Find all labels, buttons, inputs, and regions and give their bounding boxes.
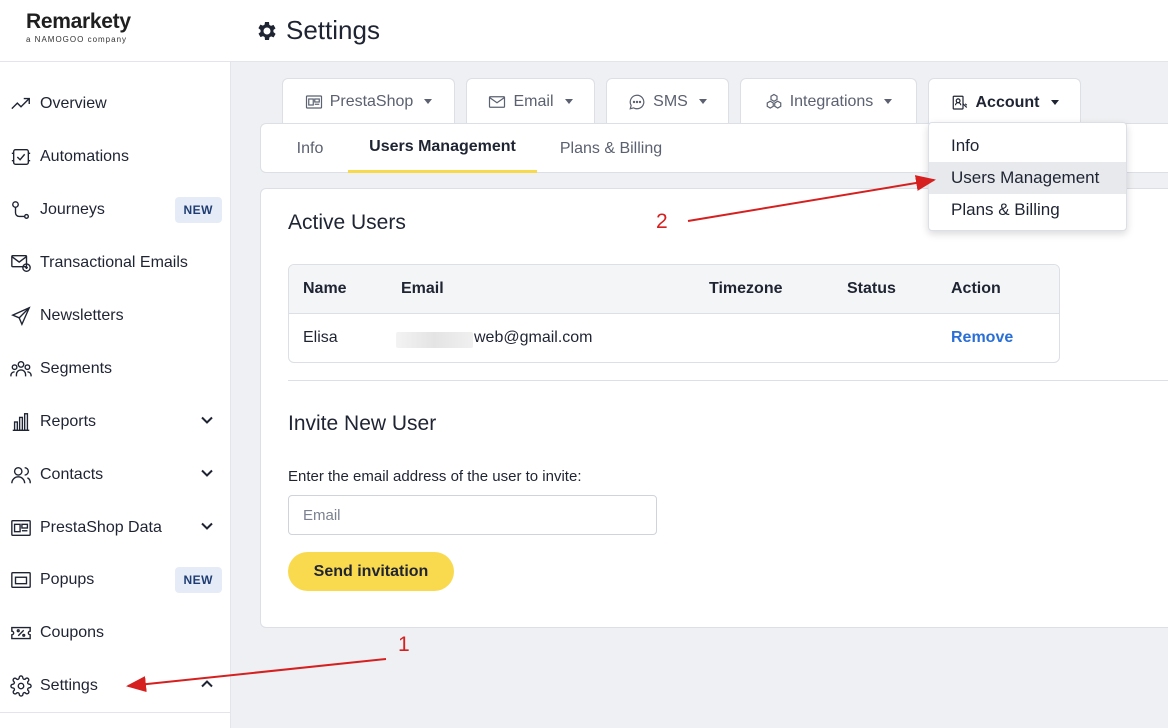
- store-icon: [305, 94, 322, 109]
- transactional-email-icon: [9, 251, 33, 275]
- page-title-text: Settings: [286, 15, 380, 45]
- subtab-info[interactable]: Info: [281, 124, 339, 173]
- store-data-icon: [9, 516, 33, 540]
- tab-integrations[interactable]: Integrations: [740, 78, 917, 124]
- account-icon: [952, 95, 967, 110]
- caret-down-icon: [1050, 100, 1059, 105]
- active-users-heading: Active Users: [288, 211, 406, 234]
- sidebar-item-newsletters[interactable]: Newsletters: [0, 294, 231, 338]
- sidebar-item-label: Segments: [40, 360, 113, 377]
- sidebar-item-label: Reports: [40, 413, 97, 430]
- logo-brand: Remarkety: [26, 10, 131, 33]
- sidebar-item-label: Overview: [40, 95, 107, 112]
- caret-down-icon: [884, 99, 893, 104]
- invite-email-input[interactable]: [288, 495, 657, 535]
- chat-bubble-icon: [629, 94, 645, 110]
- sidebar-item-overview[interactable]: Overview: [0, 82, 231, 126]
- gear-icon: [258, 21, 276, 40]
- user-email: web@gmail.com: [474, 329, 593, 346]
- send-invitation-button[interactable]: Send invitation: [288, 552, 454, 591]
- caret-down-icon: [564, 99, 573, 104]
- contacts-icon: [9, 463, 33, 487]
- sidebar-item-popups[interactable]: Popups NEW: [0, 558, 231, 602]
- page-title: Settings: [254, 15, 380, 46]
- automation-icon: [9, 145, 33, 169]
- table-header: Name Email Timezone Status Action: [289, 265, 1059, 314]
- sidebar-item-journeys[interactable]: Journeys NEW: [0, 188, 231, 232]
- logo[interactable]: Remarkety a NAMOGOO company: [26, 10, 138, 44]
- subtab-plans-billing[interactable]: Plans & Billing: [547, 124, 675, 173]
- sidebar-item-automations[interactable]: Automations: [0, 135, 231, 179]
- sidebar-divider: [0, 712, 231, 713]
- sidebar-item-label: Contacts: [40, 466, 104, 483]
- chevron-up-icon[interactable]: [199, 676, 215, 692]
- dropdown-item-users-management[interactable]: Users Management: [929, 162, 1126, 194]
- sidebar-item-transactional-emails[interactable]: Transactional Emails: [0, 241, 231, 285]
- chevron-down-icon[interactable]: [199, 465, 215, 481]
- sidebar-item-settings[interactable]: Settings: [0, 664, 231, 708]
- logo-subtitle: a NAMOGOO company: [26, 35, 128, 44]
- tab-sms[interactable]: SMS: [606, 78, 729, 124]
- gear-icon: [9, 674, 33, 698]
- coupon-icon: [9, 621, 33, 645]
- trend-icon: [9, 92, 33, 116]
- new-badge: NEW: [174, 197, 222, 223]
- journey-icon: [9, 198, 33, 222]
- section-divider: [288, 380, 1168, 381]
- tab-prestashop[interactable]: PrestaShop: [282, 78, 455, 124]
- reports-icon: [9, 410, 33, 434]
- dropdown-item-plans-billing[interactable]: Plans & Billing: [929, 194, 1126, 226]
- sidebar-item-label: Transactional Emails: [40, 254, 188, 271]
- invite-heading: Invite New User: [288, 412, 437, 435]
- dropdown-item-info[interactable]: Info: [929, 130, 1126, 162]
- sidebar-item-reports[interactable]: Reports: [0, 400, 231, 444]
- tab-label: Account: [975, 93, 1040, 111]
- segments-icon: [9, 357, 33, 381]
- account-dropdown-menu: Info Users Management Plans & Billing: [928, 122, 1127, 231]
- caret-down-icon: [424, 99, 433, 104]
- sidebar-item-contacts[interactable]: Contacts: [0, 453, 231, 497]
- sidebar-item-segments[interactable]: Segments: [0, 347, 231, 391]
- sidebar-item-coupons[interactable]: Coupons: [0, 611, 231, 655]
- sidebar-item-label: Journeys: [40, 201, 105, 218]
- remove-user-link[interactable]: Remove: [951, 329, 1013, 347]
- column-header-status: Status: [847, 280, 896, 297]
- envelope-icon: [489, 95, 506, 108]
- invite-label: Enter the email address of the user to i…: [288, 468, 582, 485]
- tab-label: SMS: [653, 92, 688, 110]
- sidebar-item-label: Popups: [40, 571, 95, 588]
- paper-plane-icon: [9, 304, 33, 328]
- column-header-email: Email: [401, 280, 444, 297]
- chevron-down-icon[interactable]: [199, 412, 215, 428]
- top-header: Remarkety a NAMOGOO company Settings: [0, 0, 1168, 62]
- tab-label: PrestaShop: [329, 92, 414, 110]
- table-row: Elisa web@gmail.com Remove: [289, 314, 1059, 362]
- cubes-icon: [766, 93, 782, 109]
- sidebar-item-label: PrestaShop Data: [40, 519, 162, 536]
- column-header-action: Action: [951, 280, 1001, 297]
- sidebar: Overview Automations Journeys NEW Transa…: [0, 62, 231, 728]
- sidebar-item-label: Coupons: [40, 624, 105, 641]
- active-users-table: Name Email Timezone Status Action Elisa …: [288, 264, 1060, 363]
- user-name: Elisa: [303, 329, 338, 346]
- sidebar-item-label: Newsletters: [40, 307, 124, 324]
- caret-down-icon: [698, 99, 707, 104]
- column-header-timezone: Timezone: [709, 280, 783, 297]
- tab-email[interactable]: Email: [466, 78, 595, 124]
- tab-label: Email: [513, 92, 554, 110]
- tab-label: Integrations: [789, 92, 874, 110]
- chevron-down-icon[interactable]: [199, 518, 215, 534]
- new-badge: NEW: [174, 567, 222, 593]
- column-header-name: Name: [303, 280, 347, 297]
- annotation-number-1: 1: [398, 633, 410, 656]
- popup-icon: [9, 568, 33, 592]
- sidebar-item-prestashop-data[interactable]: PrestaShop Data: [0, 506, 231, 550]
- sidebar-item-label: Settings: [40, 677, 98, 694]
- sidebar-item-label: Automations: [40, 148, 129, 165]
- users-card: Active Users Name Email Timezone Status …: [260, 188, 1168, 628]
- annotation-number-2: 2: [656, 210, 668, 233]
- redacted-email-part: [396, 332, 473, 348]
- tab-account[interactable]: Account: [928, 78, 1081, 126]
- subtab-users-management[interactable]: Users Management: [348, 124, 537, 173]
